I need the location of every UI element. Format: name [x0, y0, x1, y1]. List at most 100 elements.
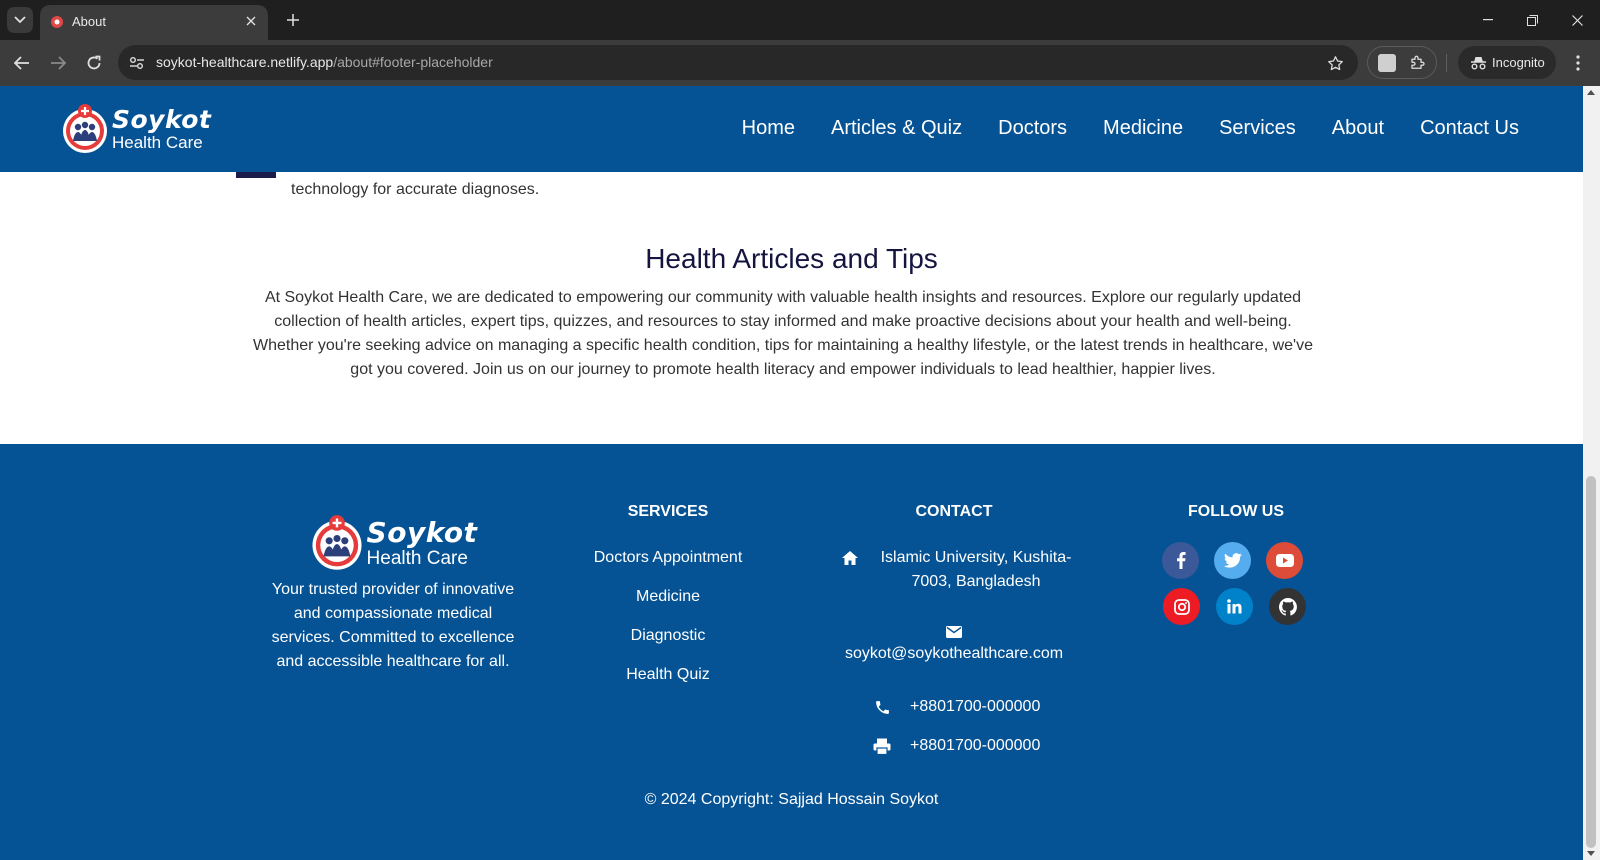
logo-text: Soykot Health Care	[112, 107, 211, 151]
plus-icon	[287, 14, 299, 26]
nav-doctors[interactable]: Doctors	[998, 117, 1067, 140]
follow-us-title: FOLLOW US	[1188, 503, 1284, 520]
footer-brand: Soykot Health Care Your trusted provider…	[262, 514, 524, 674]
site-navbar: Soykot Health Care Home Articles & Quiz …	[0, 86, 1583, 172]
restore-button[interactable]	[1520, 8, 1544, 32]
contact-phone: +8801700-000000	[872, 695, 1040, 719]
extensions-group	[1367, 46, 1437, 79]
reload-button[interactable]	[82, 51, 106, 75]
new-tab-button[interactable]	[282, 9, 304, 31]
soykot-logo-icon	[312, 515, 362, 570]
scroll-down-arrow-icon[interactable]	[1587, 851, 1595, 856]
extensions-button[interactable]	[1408, 53, 1428, 73]
url-text: soykot-healthcare.netlify.app/about#foot…	[156, 54, 493, 70]
service-doctors-appointment[interactable]: Doctors Appointment	[560, 546, 776, 570]
footer-logo-name: Soykot	[366, 515, 478, 549]
page-viewport: technology for accurate diagnoses. Healt…	[0, 86, 1583, 860]
footer-logo-text: Soykot Health Care	[366, 515, 478, 569]
nav-articles-quiz[interactable]: Articles & Quiz	[831, 117, 962, 140]
facebook-button[interactable]	[1162, 542, 1199, 579]
site-footer: Soykot Health Care Your trusted provider…	[0, 444, 1583, 860]
incognito-label: Incognito	[1492, 55, 1545, 70]
github-icon	[1278, 597, 1297, 616]
email-text[interactable]: soykot@soykothealthcare.com	[845, 642, 1063, 666]
puzzle-icon	[1411, 55, 1425, 69]
page-scrollbar[interactable]	[1583, 86, 1600, 860]
close-icon	[246, 16, 256, 26]
address-bar[interactable]: soykot-healthcare.netlify.app/about#foot…	[118, 45, 1358, 80]
linkedin-icon	[1227, 599, 1242, 614]
browser-tab-about[interactable]: About	[40, 5, 268, 40]
copyright-text: © 2024 Copyright: Sajjad Hossain Soykot	[644, 791, 939, 808]
nav-services[interactable]: Services	[1219, 117, 1296, 140]
bookmark-button[interactable]	[1324, 52, 1346, 74]
chevron-down-icon	[14, 16, 26, 24]
contact-title: CONTACT	[915, 503, 993, 520]
instagram-icon	[1173, 598, 1190, 615]
logo-name: Soykot	[112, 105, 212, 134]
nav-contact-us[interactable]: Contact Us	[1420, 117, 1519, 140]
nav-medicine[interactable]: Medicine	[1103, 117, 1183, 140]
instagram-button[interactable]	[1163, 588, 1200, 625]
forward-button[interactable]	[46, 51, 70, 75]
restore-icon	[1526, 14, 1538, 26]
soykot-logo-icon	[63, 104, 107, 153]
tune-icon	[130, 57, 144, 69]
youtube-icon	[1275, 554, 1294, 567]
site-info-button[interactable]	[126, 52, 148, 74]
address-text: Islamic University, Kushita-7003, Bangla…	[880, 549, 1072, 590]
close-window-button[interactable]	[1565, 8, 1589, 32]
incognito-indicator[interactable]: Incognito	[1458, 46, 1556, 79]
tab-search-button[interactable]	[7, 7, 33, 33]
browser-toolbar: soykot-healthcare.netlify.app/about#foot…	[0, 40, 1600, 86]
minimize-button[interactable]	[1476, 8, 1500, 32]
contact-email: soykot@soykothealthcare.com	[845, 620, 1063, 666]
printer-icon	[872, 736, 892, 756]
feature-description: technology for accurate diagnoses.	[291, 181, 540, 198]
youtube-button[interactable]	[1266, 542, 1303, 579]
service-medicine[interactable]: Medicine	[560, 585, 776, 609]
nav-home[interactable]: Home	[742, 117, 795, 140]
footer-logo-subtitle: Health Care	[366, 547, 468, 569]
twitter-icon	[1223, 553, 1242, 568]
tab-close-button[interactable]	[242, 12, 260, 30]
logo-subtitle: Health Care	[112, 133, 203, 152]
tab-title: About	[72, 14, 106, 29]
main-nav: Home Articles & Quiz Doctors Medicine Se…	[742, 117, 1519, 140]
incognito-icon	[1469, 54, 1487, 72]
scroll-thumb[interactable]	[1586, 476, 1596, 848]
articles-heading: Health Articles and Tips	[645, 243, 938, 274]
linkedin-button[interactable]	[1216, 588, 1253, 625]
nav-about[interactable]: About	[1332, 117, 1384, 140]
services-title: SERVICES	[627, 503, 709, 520]
phone-text[interactable]: +8801700-000000	[910, 695, 1040, 719]
service-diagnostic[interactable]: Diagnostic	[560, 624, 776, 648]
browser-tab-bar: About	[0, 0, 1600, 40]
reload-icon	[87, 55, 101, 70]
scroll-up-arrow-icon[interactable]	[1587, 90, 1595, 95]
arrow-right-icon	[51, 56, 66, 70]
back-button[interactable]	[10, 51, 34, 75]
facebook-icon	[1176, 552, 1186, 569]
site-favicon-icon	[51, 16, 63, 28]
star-icon	[1327, 55, 1343, 70]
github-button[interactable]	[1269, 588, 1306, 625]
browser-menu-button[interactable]	[1566, 51, 1590, 75]
fax-text: +8801700-000000	[910, 737, 1041, 754]
service-health-quiz[interactable]: Health Quiz	[560, 663, 776, 687]
envelope-icon	[944, 622, 964, 642]
contact-address: Islamic University, Kushita-7003, Bangla…	[840, 546, 1080, 594]
minimize-icon	[1483, 19, 1493, 21]
arrow-left-icon	[14, 56, 29, 70]
url-path: /about#footer-placeholder	[333, 54, 493, 70]
extension-icon[interactable]	[1378, 54, 1396, 72]
contact-fax: +8801700-000000	[872, 734, 1040, 758]
footer-logo[interactable]: Soykot Health Care	[262, 514, 524, 572]
site-logo[interactable]: Soykot Health Care	[60, 103, 211, 155]
more-vert-icon	[1576, 55, 1580, 71]
home-icon	[840, 548, 860, 568]
phone-icon	[872, 697, 892, 717]
twitter-button[interactable]	[1214, 542, 1251, 579]
services-list: Doctors Appointment Medicine Diagnostic …	[560, 546, 776, 702]
url-host: soykot-healthcare.netlify.app	[156, 54, 334, 70]
